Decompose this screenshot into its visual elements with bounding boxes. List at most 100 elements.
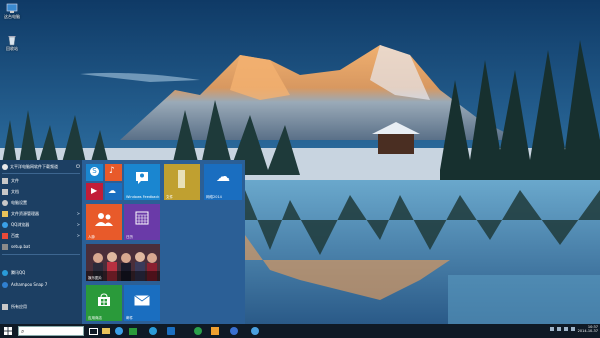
u-icon [194,327,202,335]
menu-item-settings[interactable]: 电脑设置 [2,198,80,207]
cloud-icon: ☁ [216,169,230,185]
menu-item-ashampoo[interactable]: Ashampoo Snap 7 [2,280,80,289]
gear-icon [2,199,8,206]
menu-item-label: 腾讯QQ [11,269,26,275]
search-icon: ⌕ [21,328,25,335]
desktop-icon-label: 这台电脑 [4,14,20,19]
tile-label: 日历 [126,235,133,239]
tile-video[interactable]: ▶ [86,183,103,200]
headphones-icon: ♪ [109,166,115,176]
tile-store[interactable]: 应用商店 [86,285,122,321]
windows-logo-icon [4,327,12,335]
chevron-right-icon: > [76,211,80,216]
divider [2,173,80,174]
chevron-right-icon: > [76,222,80,227]
start-menu-left-pane: 太平洋电脑网软件下载频道 ⏻ 文件 文档 电脑设置 文件资源管理器 > QQ浏览… [0,160,82,324]
app-icon [167,327,175,335]
menu-item-docs[interactable]: 文档 [2,187,80,196]
tile-network[interactable]: ☁ 网络2014 [204,164,242,200]
browser-icon [2,221,8,228]
taskbar-file-explorer[interactable] [101,326,111,336]
menu-item-label: QQ浏览器 [11,221,30,227]
taskbar-qq[interactable] [148,326,158,336]
cloud-icon: ☁ [108,186,116,195]
tile-music[interactable]: ♪ [105,164,122,181]
menu-item-all-apps[interactable]: 所有应用 [2,302,80,311]
file-icon [2,243,8,250]
menu-item-label: 百度 [11,232,19,238]
tile-label: 应用商店 [88,316,102,320]
app-icon [251,327,259,335]
taskbar: ⌕ 10:37 2014-10-37 [0,324,600,338]
taskbar-ie[interactable] [114,326,124,336]
desktop-icon-computer[interactable]: 这台电脑 [1,2,23,19]
menu-item-label: Ashampoo Snap 7 [11,282,48,287]
tile-news[interactable]: 娱乐图片 [86,244,160,281]
calendar-icon [135,211,149,225]
power-icon[interactable]: ⏻ [76,164,80,170]
app-icon [211,327,219,335]
start-button[interactable] [3,326,13,336]
tile-label: Windows Feedback [126,195,160,199]
tile-label: 文件 [166,195,173,199]
menu-item-file-explorer[interactable]: 文件 [2,176,80,185]
taskbar-app-s[interactable] [250,326,260,336]
tile-label: 网络2014 [206,195,222,199]
menu-item-qq-browser[interactable]: QQ浏览器 > [2,220,80,229]
tile-mail[interactable]: 邮件 [124,285,160,321]
notification-icon[interactable] [570,327,575,331]
volume-icon[interactable] [563,327,568,331]
feedback-icon [136,172,148,184]
tray-arrow-icon[interactable] [549,327,554,331]
arrow-icon [2,303,8,310]
taskbar-app-m[interactable] [166,326,176,336]
menu-item-label: 电脑设置 [11,199,27,205]
desktop-icon-recycle-bin[interactable]: 回收站 [1,34,23,51]
video-icon: ▶ [91,186,98,195]
user-name: 太平洋电脑网软件下载频道 [10,164,58,169]
people-icon [95,213,113,226]
desktop-icon-label: 回收站 [6,46,18,51]
menu-item-label: 文档 [11,188,19,194]
start-menu-tiles: S ♪ ▶ ☁ Windows Feedback 文件 ☁ 网络2014 人脉 [84,160,245,324]
task-view-icon [88,327,98,335]
menu-item-label: 所有应用 [11,303,27,309]
taskbar-app-u[interactable] [193,326,203,336]
tile-people[interactable]: 人脉 [86,204,122,240]
tile-label: 邮件 [126,316,133,320]
tile-onedrive[interactable]: ☁ [105,183,122,200]
app-icon [230,327,238,335]
user-account[interactable]: 太平洋电脑网软件下载频道 ⏻ [2,163,80,171]
network-icon[interactable] [556,327,561,331]
task-view-button[interactable] [88,326,98,336]
taskbar-app-blue[interactable] [229,326,239,336]
menu-item-setup[interactable]: setup.bat [2,242,80,251]
qq-icon [149,327,157,335]
penguin-icon [2,269,8,276]
taskbar-photoshop[interactable] [210,326,220,336]
taskbar-store[interactable] [128,326,138,336]
start-menu: 太平洋电脑网软件下载频道 ⏻ 文件 文档 电脑设置 文件资源管理器 > QQ浏览… [0,160,245,324]
search-input[interactable]: ⌕ [18,326,84,336]
menu-item-file-manager[interactable]: 文件资源管理器 > [2,209,80,218]
tile-file-folder[interactable]: 文件 [164,164,200,200]
tile-windows-feedback[interactable]: Windows Feedback [124,164,160,200]
tile-calendar[interactable]: 日历 [124,204,160,240]
folder-icon [2,177,8,184]
document-icon [178,170,185,188]
divider [2,254,80,255]
tile-skype[interactable]: S [86,164,103,181]
tile-label: 娱乐图片 [88,276,102,280]
system-tray: 10:37 2014-10-37 [549,325,598,333]
recycle-bin-icon [6,34,18,46]
avatar [2,164,8,170]
ie-icon [115,327,123,335]
chevron-right-icon: > [76,233,80,238]
menu-item-tencent-qq[interactable]: 腾讯QQ [2,268,80,277]
clock-date: 2014-10-37 [577,329,598,333]
menu-item-baidu[interactable]: 百度 > [2,231,80,240]
clock[interactable]: 10:37 2014-10-37 [578,325,598,333]
folder-icon [102,328,110,334]
folder-icon [2,210,8,217]
store-icon [98,293,110,306]
